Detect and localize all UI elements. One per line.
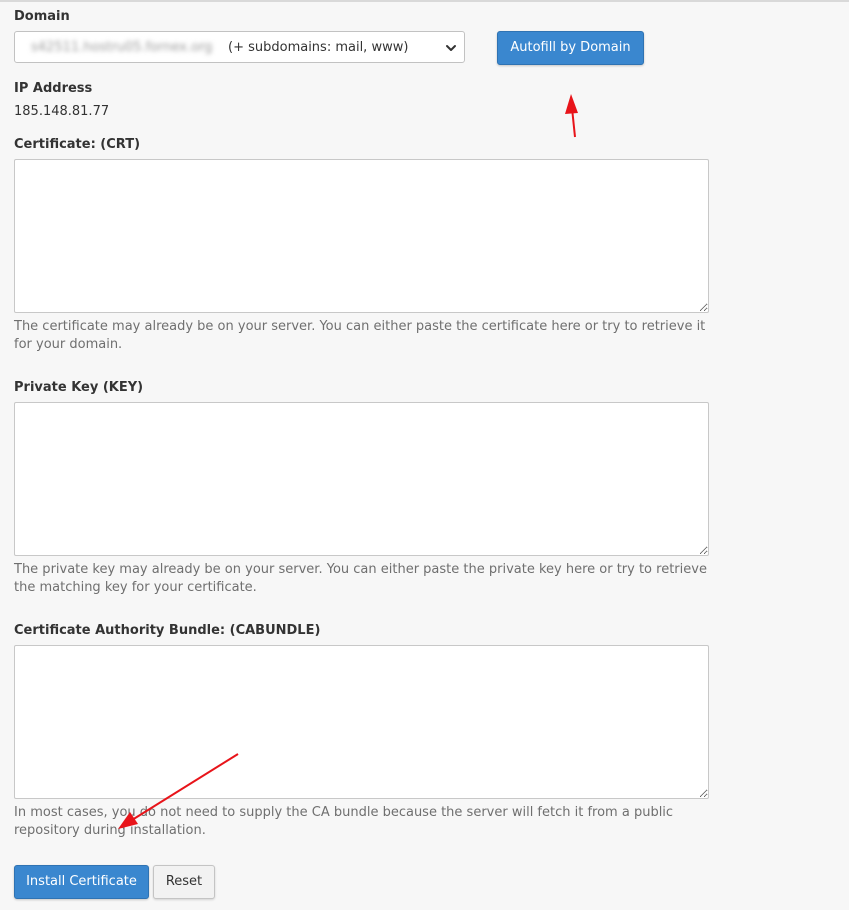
cabundle-help-text: In most cases, you do not need to supply… xyxy=(14,805,674,838)
ip-address-label: IP Address xyxy=(14,81,93,96)
certificate-textarea[interactable] xyxy=(14,159,709,313)
cabundle-textarea[interactable] xyxy=(14,645,709,799)
domain-label: Domain xyxy=(14,9,70,24)
domain-select[interactable]: s42511.hostru05.fornex.org (+ subdomains… xyxy=(14,31,465,63)
private-key-textarea[interactable] xyxy=(14,402,709,556)
top-border xyxy=(0,0,849,2)
arrow-up-annotation xyxy=(565,94,578,138)
chevron-down-icon xyxy=(446,45,456,51)
private-key-label: Private Key (KEY) xyxy=(14,380,144,395)
domain-subdomains-text: (+ subdomains: mail, www) xyxy=(228,40,409,55)
install-certificate-button[interactable]: Install Certificate xyxy=(14,865,149,899)
ip-address-value: 185.148.81.77 xyxy=(14,104,110,119)
cabundle-label: Certificate Authority Bundle: (CABUNDLE) xyxy=(14,623,321,638)
reset-button[interactable]: Reset xyxy=(153,865,215,899)
certificate-label: Certificate: (CRT) xyxy=(14,137,141,152)
private-key-help-text: The private key may already be on your s… xyxy=(14,562,707,595)
autofill-by-domain-button[interactable]: Autofill by Domain xyxy=(497,31,644,65)
domain-selected-value: s42511.hostru05.fornex.org xyxy=(31,40,213,55)
certificate-help-text: The certificate may already be on your s… xyxy=(14,319,706,352)
